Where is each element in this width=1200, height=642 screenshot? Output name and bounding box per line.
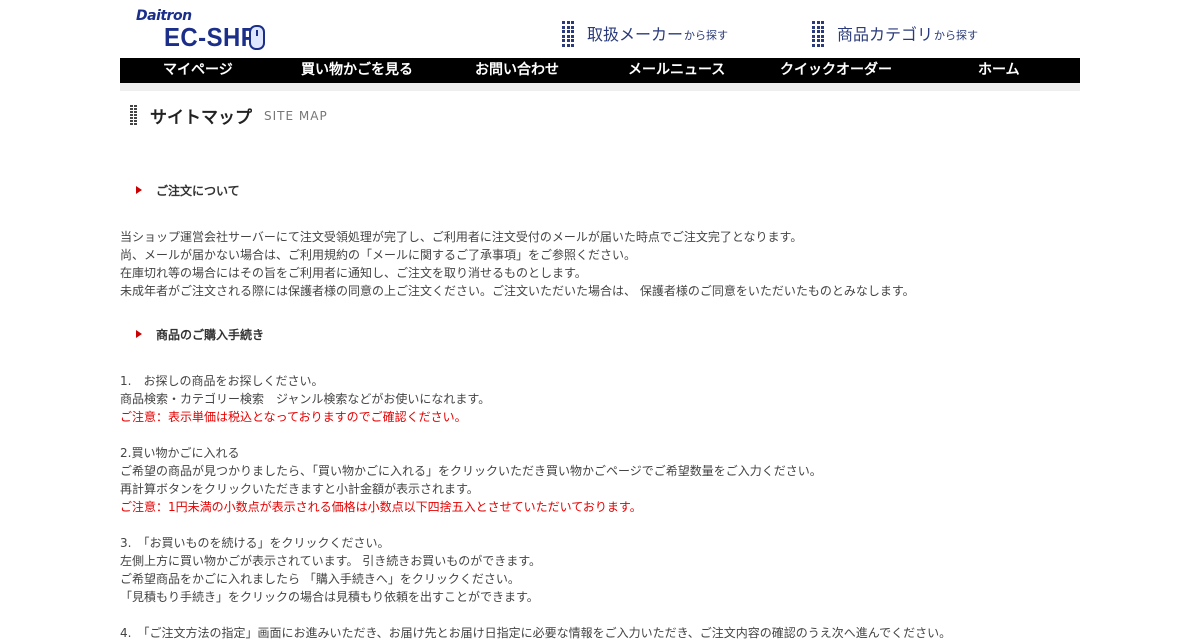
mouse-icon <box>249 25 265 50</box>
text-line: 4. 「ご注文方法の指定」画面にお進みいただき、お届け先とお届け日指定に必要な情… <box>120 626 952 640</box>
text-line: ご希望の商品が見つかりましたら、「買い物かごに入れる」をクリックいただき買い物か… <box>120 464 822 478</box>
logo-shop-text: EC-SHP <box>164 22 258 52</box>
maker-link-label: 取扱メーカー <box>587 25 684 44</box>
triangle-bullet-icon <box>136 330 142 338</box>
page-title: サイトマップ SITE MAP <box>130 104 328 128</box>
category-link-suffix: から探す <box>934 29 979 42</box>
search-by-category-link[interactable]: 商品カテゴリ から探す <box>812 20 979 47</box>
section-title: ご注文について <box>156 183 240 198</box>
nav-quick-order[interactable]: クイックオーダー <box>780 58 892 83</box>
text-line: 当ショップ運営会社サーバーにて注文受領処理が完了し、ご利用者に注文受付のメールが… <box>120 230 803 244</box>
main-nav: マイページ 買い物かごを見る お問い合わせ メールニュース クイックオーダー ホ… <box>120 58 1080 83</box>
section-title: 商品のご購入手続き <box>156 327 265 342</box>
page-wrapper: Daitron EC-SHP 取扱メーカー から探す 商品カテゴリ から探す マ… <box>120 0 1080 640</box>
purchase-step-1: 1. お探しの商品をお探しください。 商品検索・カテゴリー検索 ジャンル検索など… <box>120 372 1080 426</box>
text-line: 3. 「お買いものを続ける」をクリックください。 <box>120 536 390 550</box>
maker-link-suffix: から探す <box>684 29 729 42</box>
warning-note: ご注意：表示単価は税込となっておりますのでご確認ください。 <box>120 410 467 424</box>
section-heading-order: ご注文について <box>136 182 240 198</box>
shop-logo[interactable]: Daitron EC-SHP <box>136 8 286 54</box>
nav-contact[interactable]: お問い合わせ <box>475 58 559 83</box>
text-line: 尚、メールが届かない場合は、ご利用規約の「メールに関するご了承事項」をご参照くだ… <box>120 248 637 262</box>
triangle-bullet-icon <box>136 186 142 194</box>
title-dots-icon <box>130 104 138 126</box>
text-line: 再計算ボタンをクリックいただきますと小計金額が表示されます。 <box>120 482 479 496</box>
nav-divider <box>120 83 1080 91</box>
category-link-label: 商品カテゴリ <box>837 25 934 44</box>
nav-view-cart[interactable]: 買い物かごを見る <box>301 58 413 83</box>
text-line: 商品検索・カテゴリー検索 ジャンル検索などがお使いになれます。 <box>120 392 491 406</box>
nav-mail-news[interactable]: メールニュース <box>628 58 725 83</box>
text-line: 「見積もり手続き」をクリックの場合は見積もり依頼を出すことができます。 <box>120 590 539 604</box>
page-title-text: サイトマップ <box>150 107 252 128</box>
grid-dots-icon <box>812 21 826 47</box>
text-line: 未成年者がご注文される際には保護者様の同意の上ご注文ください。ご注文いただいた場… <box>120 284 915 298</box>
purchase-step-2: 2.買い物かごに入れる ご希望の商品が見つかりましたら、「買い物かごに入れる」を… <box>120 444 1080 516</box>
grid-dots-icon <box>562 21 576 47</box>
text-line: 2.買い物かごに入れる <box>120 446 240 460</box>
text-line: 在庫切れ等の場合にはその旨をご利用者に通知し、ご注文を取り消せるものとします。 <box>120 266 587 280</box>
nav-home[interactable]: ホーム <box>978 58 1020 83</box>
order-info-paragraph: 当ショップ運営会社サーバーにて注文受領処理が完了し、ご利用者に注文受付のメールが… <box>120 228 1080 300</box>
section-heading-purchase: 商品のご購入手続き <box>136 326 264 342</box>
warning-note: ご注意：1円未満の小数点が表示される価格は小数点以下四捨五入とさせていただいてお… <box>120 500 642 514</box>
purchase-step-4: 4. 「ご注文方法の指定」画面にお進みいただき、お届け先とお届け日指定に必要な情… <box>120 624 1080 642</box>
purchase-step-3: 3. 「お買いものを続ける」をクリックください。 左側上方に買い物かごが表示され… <box>120 534 1080 606</box>
text-line: ご希望商品をかごに入れましたら 「購入手続きへ」をクリックください。 <box>120 572 520 586</box>
text-line: 1. お探しの商品をお探しください。 <box>120 374 324 388</box>
nav-mypage[interactable]: マイページ <box>163 58 233 83</box>
search-by-maker-link[interactable]: 取扱メーカー から探す <box>562 20 729 47</box>
text-line: 左側上方に買い物かごが表示されています。 引き続きお買いものができます。 <box>120 554 542 568</box>
page-title-english: SITE MAP <box>264 109 328 123</box>
